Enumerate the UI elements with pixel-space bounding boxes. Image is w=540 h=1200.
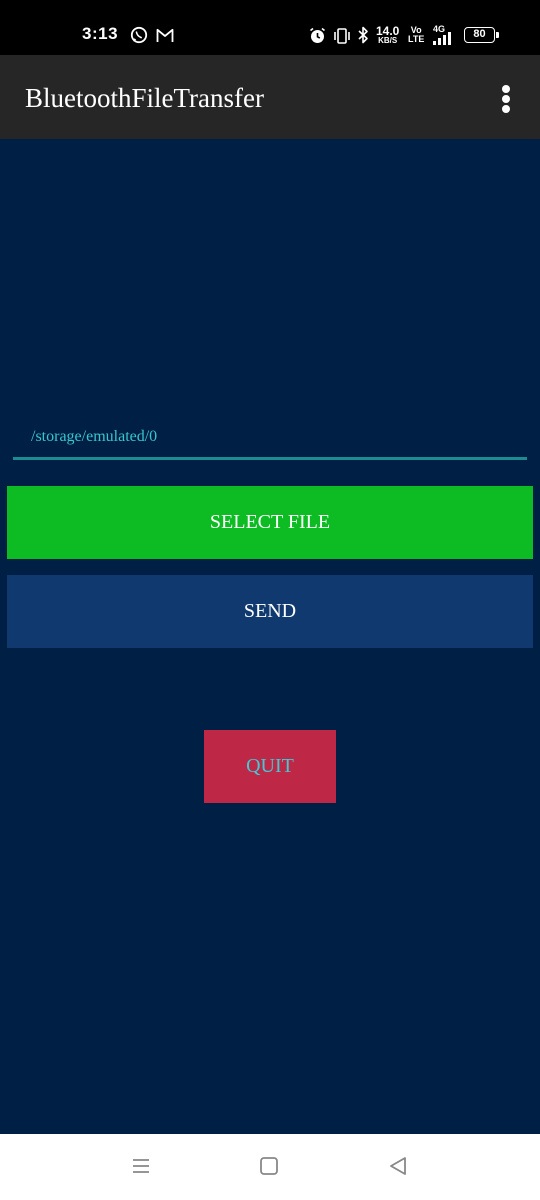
battery-icon: 80 (464, 27, 495, 43)
select-file-label: SELECT FILE (209, 511, 331, 533)
network-speed: 14.0 KB/S (376, 25, 399, 46)
battery-tip (496, 32, 499, 38)
recents-icon[interactable] (131, 1156, 151, 1176)
back-icon[interactable] (388, 1156, 408, 1176)
quit-button[interactable]: QUIT (204, 730, 336, 803)
battery-level: 80 (473, 28, 486, 40)
status-bar: 3:13 14.0 KB/S Vo LTE 4G 80 (0, 0, 540, 55)
alarm-icon (310, 27, 325, 43)
nav-bar (0, 1134, 540, 1200)
send-label: SEND (243, 600, 297, 622)
send-button[interactable]: SEND (7, 575, 533, 648)
status-time: 3:13 (82, 24, 119, 43)
more-vert-icon[interactable] (494, 79, 520, 119)
whatsapp-icon (130, 26, 148, 44)
file-path-field[interactable]: /storage/emulated/0 (13, 418, 527, 460)
file-path-text: /storage/emulated/0 (31, 428, 158, 445)
volte-bottom-label: LTE (408, 34, 425, 44)
vibrate-icon (334, 28, 350, 44)
gmail-icon (156, 28, 174, 42)
network-speed-unit: KB/S (378, 36, 398, 45)
select-file-button[interactable]: SELECT FILE (7, 486, 533, 559)
app-title: BluetoothFileTransfer (25, 83, 264, 113)
volte-indicator: Vo LTE (408, 26, 424, 44)
signal-icon (433, 32, 451, 45)
app-bar: BluetoothFileTransfer (0, 55, 540, 139)
home-icon[interactable] (259, 1156, 279, 1176)
bluetooth-icon (358, 26, 368, 44)
quit-label: QUIT (246, 755, 294, 777)
